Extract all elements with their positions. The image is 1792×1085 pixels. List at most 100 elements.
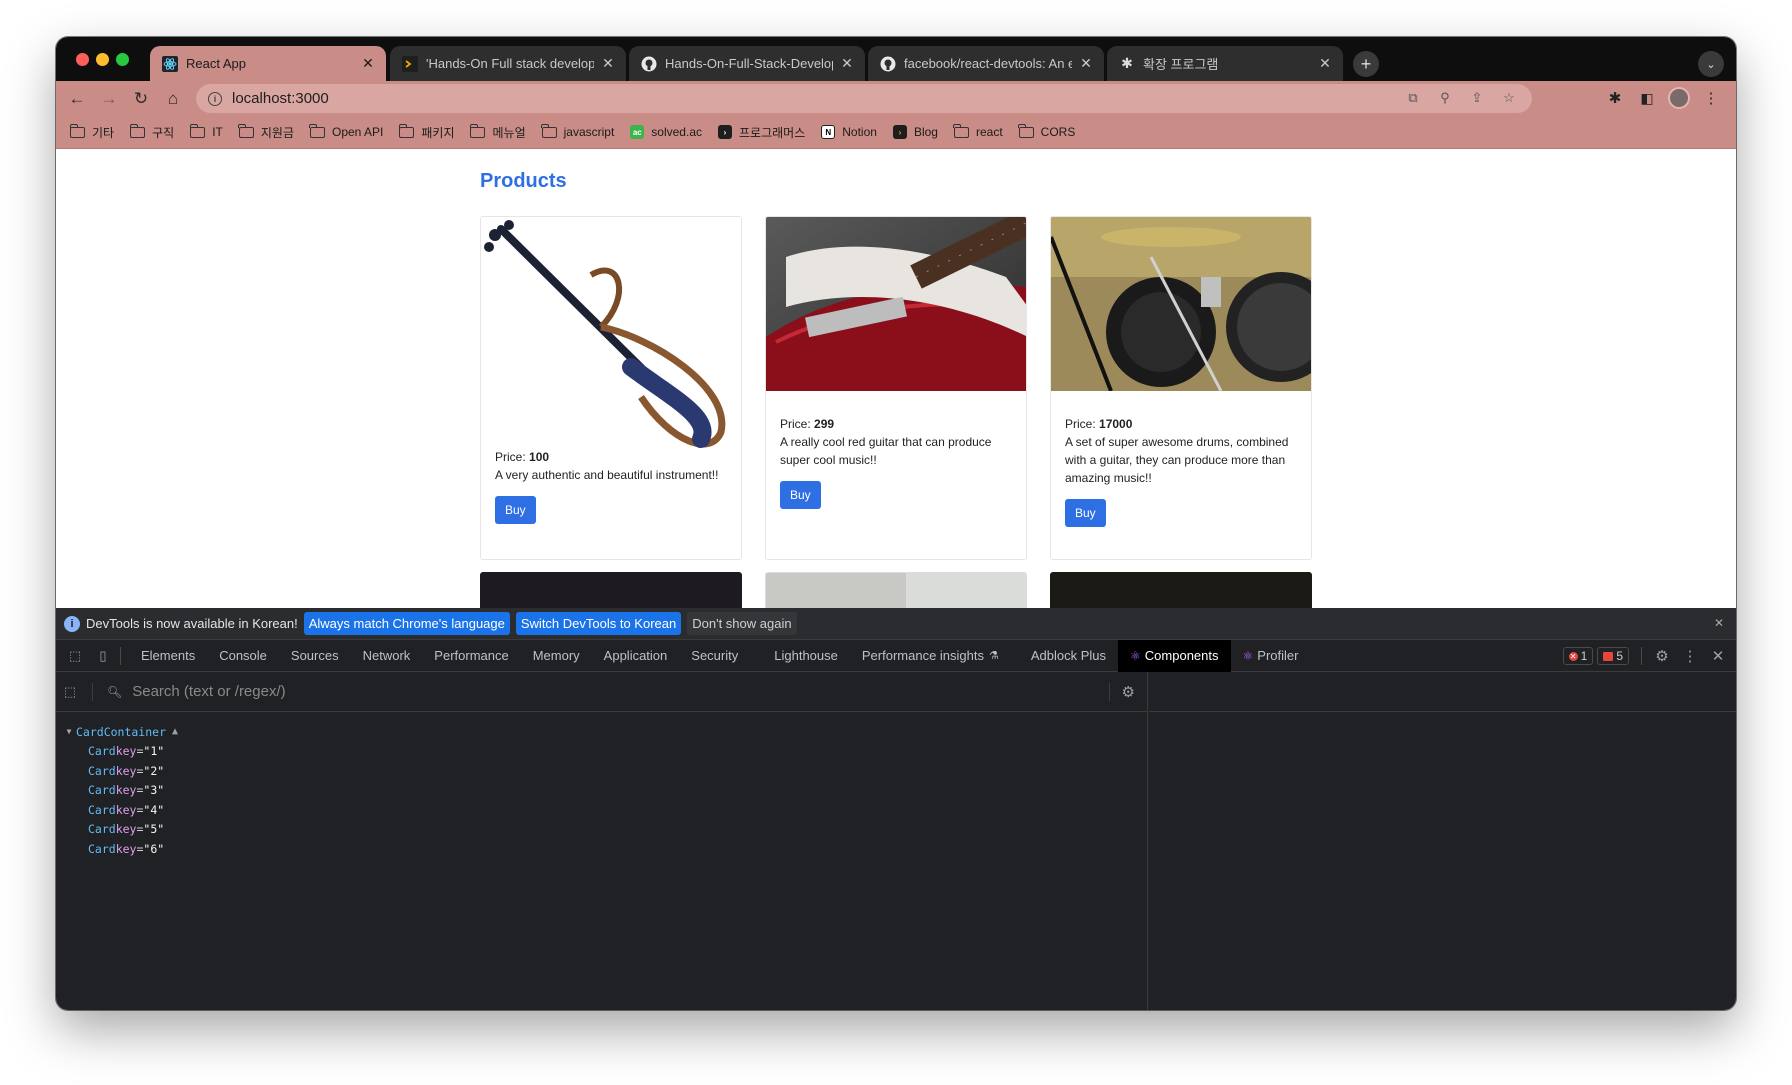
folder-icon: [953, 123, 969, 138]
component-details-pane: [1149, 672, 1736, 1010]
key-attr: key: [115, 744, 137, 759]
tree-row[interactable]: Card key = "2": [56, 761, 1147, 781]
bookmark-star-icon[interactable]: ☆: [1500, 89, 1518, 107]
bookmark-folder[interactable]: 지원금: [238, 123, 294, 141]
close-window-button[interactable]: [76, 53, 89, 66]
tab-github-repo[interactable]: Hands-On-Full-Stack-Develop ✕: [629, 46, 865, 81]
error-count: 1: [1580, 649, 1588, 663]
tab-console[interactable]: Console: [207, 640, 279, 672]
close-tab-icon[interactable]: ✕: [600, 55, 616, 72]
tab-sources[interactable]: Sources: [279, 640, 351, 672]
bookmark-label: 패키지: [421, 125, 455, 140]
bookmark-notion[interactable]: N Notion: [821, 125, 877, 139]
tab-hands-on-book[interactable]: 'Hands-On Full stack developm ✕: [390, 46, 626, 81]
buy-button[interactable]: Buy: [495, 496, 536, 524]
tab-react-app[interactable]: React App ✕: [150, 46, 386, 81]
share-icon[interactable]: ⇪: [1468, 89, 1486, 107]
tab-components[interactable]: ⚛ Components: [1118, 639, 1231, 672]
warning-triangle-icon: ▲: [172, 726, 179, 738]
inspect-element-icon[interactable]: ⬚: [66, 647, 84, 665]
experiment-flask-icon: ⚗: [989, 650, 999, 662]
buy-button[interactable]: Buy: [1065, 499, 1106, 527]
tab-performance-insights[interactable]: Performance insights ⚗: [850, 640, 1011, 672]
tab-react-devtools[interactable]: facebook/react-devtools: An e ✕: [868, 46, 1104, 81]
tab-lighthouse[interactable]: Lighthouse: [762, 640, 850, 672]
site-info-icon[interactable]: i: [208, 91, 222, 106]
tree-row-root[interactable]: ▼ CardContainer ▲: [56, 722, 1147, 742]
tree-row[interactable]: Card key = "1": [56, 742, 1147, 762]
error-count-badge[interactable]: ✕ 1: [1562, 647, 1594, 665]
switch-language-button[interactable]: Switch DevTools to Korean: [515, 612, 682, 635]
zoom-icon[interactable]: ⚲: [1436, 89, 1454, 107]
bookmark-programmers[interactable]: › 프로그래머스: [718, 124, 805, 141]
product-description: A very authentic and beautiful instrumen…: [495, 468, 719, 482]
dont-show-again-button[interactable]: Don't show again: [687, 612, 797, 635]
new-tab-button[interactable]: +: [1353, 51, 1379, 77]
bookmark-label: 구직: [152, 125, 175, 140]
tab-elements[interactable]: Elements: [129, 640, 207, 672]
extensions-puzzle-icon[interactable]: ✱: [1604, 87, 1626, 109]
select-component-icon[interactable]: ⬚: [64, 682, 93, 701]
key-text: 3: [150, 783, 158, 798]
tree-row[interactable]: Card key = "6": [56, 839, 1147, 859]
bookmark-folder[interactable]: Open API: [309, 123, 384, 139]
close-tab-icon[interactable]: ✕: [1317, 55, 1333, 72]
tree-row[interactable]: Card key = "4": [56, 800, 1147, 820]
minimize-window-button[interactable]: [96, 53, 109, 66]
bookmark-folder[interactable]: CORS: [1018, 123, 1075, 139]
close-tab-icon[interactable]: ✕: [839, 55, 855, 72]
bookmark-folder[interactable]: 구직: [129, 123, 175, 141]
address-bar[interactable]: i localhost:3000 ⧉ ⚲ ⇪ ☆: [196, 84, 1532, 113]
search-input[interactable]: Search (text or /regex/): [132, 683, 285, 700]
home-icon[interactable]: ⌂: [161, 87, 185, 111]
bookmark-folder[interactable]: 패키지: [398, 123, 455, 141]
bookmark-solved-ac[interactable]: ac solved.ac: [630, 125, 702, 139]
component-search-bar: ⬚ 🔍︎ Search (text or /regex/) ⚙: [56, 672, 1147, 712]
bookmark-folder[interactable]: 기타: [69, 123, 114, 141]
match-language-button[interactable]: Always match Chrome's language: [303, 612, 510, 635]
close-infobar-icon[interactable]: ✕: [1714, 616, 1724, 630]
react-icon: ⚛: [1130, 648, 1141, 663]
bookmarks-bar: 기타 구직 IT 지원금 Open API 패키지 메뉴얼 javascript…: [56, 116, 1736, 149]
devtools-panel: i DevTools is now available in Korean! A…: [56, 608, 1736, 1010]
bookmark-label: Blog: [913, 125, 938, 139]
close-tab-icon[interactable]: ✕: [1078, 55, 1094, 72]
settings-gear-icon[interactable]: ⚙: [1108, 683, 1135, 701]
tab-search-button[interactable]: ⌄: [1698, 51, 1724, 77]
tab-application[interactable]: Application: [592, 640, 680, 672]
tab-memory[interactable]: Memory: [521, 640, 592, 672]
tree-row[interactable]: Card key = "3": [56, 781, 1147, 801]
buy-button[interactable]: Buy: [780, 481, 821, 509]
warning-count-badge[interactable]: 5: [1597, 647, 1629, 665]
back-arrow-icon[interactable]: ←: [65, 87, 89, 111]
side-panel-icon[interactable]: ◧: [1636, 87, 1658, 109]
key-text: 2: [150, 763, 158, 778]
translate-icon[interactable]: ⧉: [1404, 89, 1422, 107]
forward-arrow-icon[interactable]: →: [97, 87, 121, 111]
bookmark-label: Open API: [331, 125, 384, 139]
guitar-image: [766, 217, 1026, 391]
chrome-menu-icon[interactable]: ⋮: [1700, 87, 1722, 109]
collapse-arrow-icon[interactable]: ▼: [62, 727, 76, 736]
device-toolbar-icon[interactable]: ▯: [94, 647, 112, 665]
bookmark-folder[interactable]: IT: [189, 123, 223, 139]
details-header: [1149, 672, 1736, 712]
zoom-window-button[interactable]: [116, 53, 129, 66]
settings-gear-icon[interactable]: ⚙: [1654, 647, 1670, 665]
bookmark-folder[interactable]: 메뉴얼: [469, 123, 526, 141]
tab-performance[interactable]: Performance: [422, 640, 520, 672]
tab-network[interactable]: Network: [351, 640, 423, 672]
tab-adblock-plus[interactable]: Adblock Plus: [1011, 640, 1118, 672]
tab-profiler[interactable]: ⚛ Profiler: [1231, 640, 1311, 672]
bookmark-blog[interactable]: › Blog: [892, 125, 938, 139]
more-options-icon[interactable]: ⋮: [1682, 647, 1698, 665]
tree-row[interactable]: Card key = "5": [56, 820, 1147, 840]
bookmark-folder[interactable]: react: [953, 123, 1003, 139]
bookmark-folder[interactable]: javascript: [541, 123, 614, 139]
tab-extensions[interactable]: ✱ 확장 프로그램 ✕: [1107, 46, 1343, 81]
reload-icon[interactable]: ↻: [129, 87, 153, 111]
tab-security[interactable]: Security: [679, 640, 762, 672]
profile-avatar[interactable]: [1668, 87, 1690, 109]
close-devtools-icon[interactable]: ✕: [1710, 647, 1726, 665]
close-tab-icon[interactable]: ✕: [360, 55, 376, 72]
